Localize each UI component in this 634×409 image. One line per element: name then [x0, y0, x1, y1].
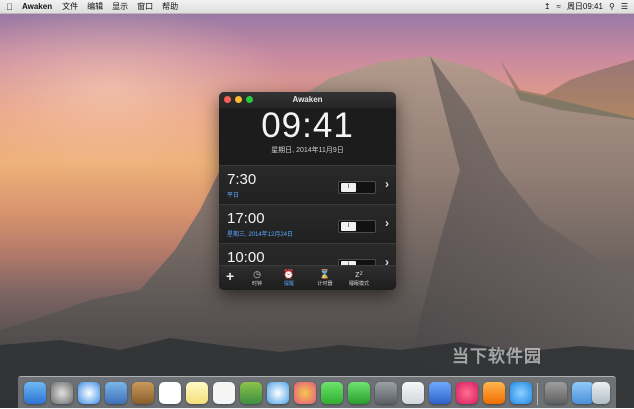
alarm-time: 10:00	[227, 249, 265, 266]
clock-display: 09:41 星期日, 2014年11月9日	[219, 108, 396, 165]
current-date: 星期日, 2014年11月9日	[271, 147, 344, 154]
tab-label: 计时器	[317, 281, 333, 287]
alarm-time: 7:30	[227, 171, 257, 188]
system-icon[interactable]	[375, 382, 397, 404]
bottom-toolbar: + ◷ 时钟 ⏰ 提醒 ⌛ 计时器 zᶻ 睡眠模式	[219, 265, 396, 290]
dock-separator	[537, 383, 538, 405]
hourglass-icon: ⌛	[319, 269, 331, 279]
toggle-knob: I	[341, 183, 356, 192]
window-titlebar[interactable]: Awaken	[219, 92, 396, 108]
current-time: 09:41	[261, 106, 354, 145]
awaken-window: Awaken 09:41 星期日, 2014年11月9日 7:30 平日 I ›…	[219, 92, 396, 290]
alarm-status-icon[interactable]: ↥	[544, 2, 551, 11]
app-menu[interactable]: Awaken	[22, 2, 52, 11]
app-store-icon[interactable]	[510, 382, 532, 404]
menu-file[interactable]: 文件	[62, 1, 78, 12]
add-alarm-button[interactable]: +	[226, 268, 234, 284]
clock-icon: ◷	[253, 269, 261, 279]
alarm-repeat: 平日	[227, 193, 240, 199]
maps-icon[interactable]	[240, 382, 262, 404]
contacts-icon[interactable]	[132, 382, 154, 404]
menu-view[interactable]: 显示	[112, 1, 128, 12]
messages-icon[interactable]	[321, 382, 343, 404]
finder-icon[interactable]	[24, 382, 46, 404]
downloads-folder-icon[interactable]	[572, 382, 594, 404]
alarm-toggle[interactable]: I	[338, 220, 376, 233]
alarm-toggle[interactable]: I	[338, 181, 376, 194]
safari-icon[interactable]	[78, 382, 100, 404]
apple-menu-icon[interactable]: 	[6, 2, 16, 12]
dock	[18, 376, 616, 409]
awaken-app-icon[interactable]	[267, 382, 289, 404]
toggle-knob: I	[341, 222, 356, 231]
menu-edit[interactable]: 编辑	[87, 1, 103, 12]
sleep-zzz-icon: zᶻ	[355, 269, 363, 279]
facetime-icon[interactable]	[348, 382, 370, 404]
alarm-row[interactable]: 7:30 平日 I ›	[219, 165, 396, 204]
alarm-time: 17:00	[227, 210, 265, 227]
ibooks-icon[interactable]	[483, 382, 505, 404]
spotlight-search-icon[interactable]: ⚲	[609, 2, 615, 11]
menu-bar:  Awaken 文件 编辑 显示 窗口 帮助 ↥ ≈ 周日09:41 ⚲ ☰	[0, 0, 634, 14]
notes-icon[interactable]	[186, 382, 208, 404]
tab-reminder[interactable]: ⏰ 提醒	[275, 268, 303, 287]
photos-icon[interactable]	[294, 382, 316, 404]
alarm-repeat: 星期三, 2014年12月24日	[227, 232, 294, 238]
menu-help[interactable]: 帮助	[162, 1, 178, 12]
itunes-icon[interactable]	[456, 382, 478, 404]
reminders-icon[interactable]	[213, 382, 235, 404]
keynote-icon[interactable]	[429, 382, 451, 404]
tab-label: 睡眠模式	[348, 281, 369, 287]
tab-timer[interactable]: ⌛ 计时器	[311, 268, 339, 287]
chevron-right-icon[interactable]: ›	[385, 216, 389, 230]
numbers-icon[interactable]	[402, 382, 424, 404]
alarm-clock-icon: ⏰	[283, 269, 295, 279]
calendar-icon[interactable]	[159, 382, 181, 404]
alarm-row[interactable]: 17:00 星期三, 2014年12月24日 I ›	[219, 204, 396, 243]
wifi-icon[interactable]: ≈	[557, 2, 561, 11]
tab-label: 时钟	[251, 281, 262, 287]
window-title: Awaken	[292, 95, 323, 104]
trash-icon[interactable]	[592, 382, 610, 404]
launchpad-icon[interactable]	[51, 382, 73, 404]
menu-bar-clock[interactable]: 周日09:41	[567, 1, 603, 12]
tab-label: 提醒	[283, 281, 294, 287]
tab-clock[interactable]: ◷ 时钟	[243, 268, 271, 287]
chevron-right-icon[interactable]: ›	[385, 177, 389, 191]
watermark-text: 当下软件园	[452, 347, 542, 366]
system-preferences-icon[interactable]	[545, 382, 567, 404]
notification-center-icon[interactable]: ☰	[621, 2, 628, 11]
menu-window[interactable]: 窗口	[137, 1, 153, 12]
tab-sleep-mode[interactable]: zᶻ 睡眠模式	[345, 268, 373, 287]
menu-bar-status: ↥ ≈ 周日09:41 ⚲ ☰	[544, 1, 628, 12]
mail-icon[interactable]	[105, 382, 127, 404]
